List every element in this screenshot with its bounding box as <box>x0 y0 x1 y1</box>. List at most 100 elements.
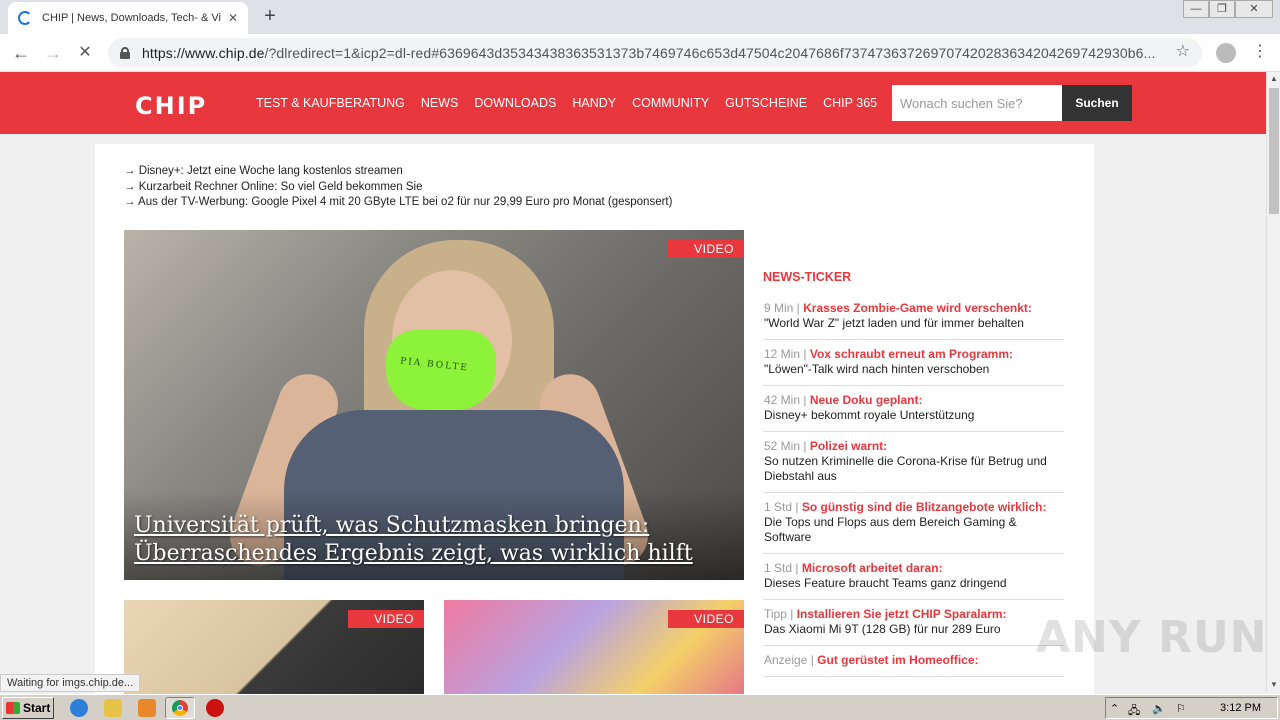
start-label: Start <box>23 701 51 715</box>
ticker-sub[interactable]: Das Xiaomi Mi 9T (128 GB) für nur 289 Eu… <box>764 622 1064 637</box>
ticker-item[interactable]: 1 Std | Microsoft arbeitet daran: Dieses… <box>763 554 1064 600</box>
ticker-time: 1 Std <box>764 561 793 575</box>
ticker-time: 12 Min <box>764 347 801 361</box>
hero-title[interactable]: Universität prüft, was Schutzmasken brin… <box>134 512 734 568</box>
ticker-time: Tipp <box>764 607 787 621</box>
loading-spinner-icon <box>18 11 32 25</box>
mask-text: PIA BOLTE <box>399 356 470 374</box>
article-card-game[interactable]: VIDEO <box>444 600 744 700</box>
ticker-item[interactable]: Anzeige | Gut gerüstet im Homeoffice: <box>763 646 1064 677</box>
nav-test-kaufberatung[interactable]: TEST & KAUFBERATUNG <box>256 96 405 110</box>
tab-close-icon[interactable]: ✕ <box>228 11 238 25</box>
nav-downloads[interactable]: DOWNLOADS <box>474 96 556 110</box>
site-header: CHIP TEST & KAUFBERATUNG NEWS DOWNLOADS … <box>0 72 1266 134</box>
video-badge: VIDEO <box>668 240 744 258</box>
new-tab-button[interactable]: + <box>258 5 282 29</box>
network-icon[interactable]: 🖧 <box>1128 702 1140 720</box>
ticker-headline[interactable]: Krasses Zombie-Game wird verschenkt: <box>803 301 1032 315</box>
system-tray: ⌃ 🖧 🔈 ⚐ 3:12 PM <box>1105 697 1278 719</box>
video-badge: VIDEO <box>668 610 744 628</box>
news-ticker-title: NEWS-TICKER <box>763 270 852 284</box>
scroll-down-arrow-icon[interactable]: ▼ <box>1267 678 1280 692</box>
url-text[interactable]: https://www.chip.de/?dlredirect=1&icp2=d… <box>142 45 1162 61</box>
quicklinks: → Disney+: Jetzt eine Woche lang kostenl… <box>124 164 672 211</box>
ticker-headline[interactable]: Gut gerüstet im Homeoffice: <box>817 653 978 667</box>
quicklink-kurzarbeit[interactable]: → Kurzarbeit Rechner Online: So viel Gel… <box>124 180 672 196</box>
nav-news[interactable]: NEWS <box>421 96 459 110</box>
nav-handy[interactable]: HANDY <box>572 96 616 110</box>
hero-image-mask: PIA BOLTE <box>386 330 496 410</box>
windows-flag-icon <box>6 702 20 714</box>
ticker-time: 1 Std <box>764 500 793 514</box>
tab-title: CHIP | News, Downloads, Tech- & Vi <box>42 12 221 24</box>
search-input[interactable] <box>892 85 1062 121</box>
ticker-item[interactable]: 52 Min | Polizei warnt: So nutzen Krimin… <box>763 432 1064 493</box>
file-explorer-icon[interactable] <box>104 699 122 717</box>
quicklink-pixel4[interactable]: → Aus der TV-Werbung: Google Pixel 4 mit… <box>124 195 672 211</box>
scroll-thumb[interactable] <box>1269 88 1279 214</box>
page-scrollbar[interactable]: ▲ ▼ <box>1266 72 1280 692</box>
nav-gutscheine[interactable]: GUTSCHEINE <box>725 96 807 110</box>
nav-community[interactable]: COMMUNITY <box>632 96 709 110</box>
stop-loading-icon[interactable]: ✕ <box>74 42 96 64</box>
video-badge: VIDEO <box>348 610 424 628</box>
main-nav: TEST & KAUFBERATUNG NEWS DOWNLOADS HANDY… <box>256 96 877 110</box>
windows-taskbar: Start ⌃ 🖧 🔈 ⚐ 3:12 PM <box>0 694 1280 720</box>
ticker-sub[interactable]: Disney+ bekommt royale Unterstützung <box>764 408 1064 423</box>
search-button[interactable]: Suchen <box>1062 85 1132 121</box>
ticker-time: Anzeige <box>764 653 808 667</box>
article-card-camera[interactable]: VIDEO <box>124 600 424 700</box>
lock-icon[interactable] <box>120 47 130 59</box>
ticker-sub[interactable]: Die Tops und Flops aus dem Bereich Gamin… <box>764 515 1064 545</box>
ticker-item[interactable]: 9 Min | Krasses Zombie-Game wird versche… <box>763 294 1064 340</box>
ticker-item[interactable]: 1 Std | So günstig sind die Blitzangebot… <box>763 493 1064 554</box>
browser-tabstrip: CHIP | News, Downloads, Tech- & Vi ✕ + —… <box>0 0 1280 34</box>
media-player-icon[interactable] <box>138 699 156 717</box>
ticker-headline[interactable]: So günstig sind die Blitzangebote wirkli… <box>802 500 1047 514</box>
forward-arrow-icon[interactable]: → <box>42 42 64 64</box>
ticker-sub[interactable]: "World War Z" jetzt laden und für immer … <box>764 316 1064 331</box>
chrome-taskbar-button[interactable] <box>165 697 195 719</box>
anyrun-watermark: ANY RUN <box>1036 612 1268 663</box>
ticker-sub[interactable]: So nutzen Kriminelle die Corona-Krise fü… <box>764 454 1064 484</box>
ticker-time: 9 Min <box>764 301 794 315</box>
main-content: → Disney+: Jetzt eine Woche lang kostenl… <box>95 144 1094 700</box>
ticker-headline[interactable]: Vox schraubt erneut am Programm: <box>810 347 1013 361</box>
browser-menu-icon[interactable]: ⋮ <box>1252 42 1268 62</box>
ticker-headline[interactable]: Polizei warnt: <box>810 439 887 453</box>
address-bar[interactable]: https://www.chip.de/?dlredirect=1&icp2=d… <box>108 38 1202 68</box>
ticker-time: 42 Min <box>764 393 801 407</box>
ticker-headline[interactable]: Installieren Sie jetzt CHIP Sparalarm: <box>797 607 1007 621</box>
scroll-up-arrow-icon[interactable]: ▲ <box>1267 72 1280 86</box>
minimize-button[interactable]: — <box>1183 0 1209 18</box>
ticker-item[interactable]: 12 Min | Vox schraubt erneut am Programm… <box>763 340 1064 386</box>
restore-button[interactable]: ❐ <box>1209 0 1235 18</box>
back-arrow-icon[interactable]: ← <box>10 42 32 64</box>
ticker-headline[interactable]: Neue Doku geplant: <box>810 393 923 407</box>
opera-icon[interactable] <box>206 699 224 717</box>
bookmark-star-icon[interactable]: ☆ <box>1176 41 1190 61</box>
chrome-icon-center <box>177 705 183 711</box>
taskbar-clock[interactable]: 3:12 PM <box>1220 702 1261 714</box>
ticker-sub[interactable]: Dieses Feature braucht Teams ganz dringe… <box>764 576 1064 591</box>
ticker-headline[interactable]: Microsoft arbeitet daran: <box>802 561 943 575</box>
ticker-time: 52 Min <box>764 439 801 453</box>
chip-logo[interactable]: CHIP <box>135 92 207 120</box>
browser-tab[interactable]: CHIP | News, Downloads, Tech- & Vi ✕ <box>8 2 248 34</box>
status-bubble: Waiting for imgs.chip.de... <box>0 674 141 692</box>
hero-article[interactable]: PIA BOLTE VIDEO Universität prüft, was S… <box>124 230 744 580</box>
news-ticker: NEWS-TICKER 9 Min | Krasses Zombie-Game … <box>763 270 1064 677</box>
nav-chip-365[interactable]: CHIP 365 <box>823 96 877 110</box>
action-center-flag-icon[interactable]: ⚐ <box>1176 702 1186 715</box>
tray-expand-icon[interactable]: ⌃ <box>1110 702 1119 715</box>
ticker-item[interactable]: Tipp | Installieren Sie jetzt CHIP Spara… <box>763 600 1064 646</box>
volume-icon[interactable]: 🔈 <box>1152 702 1166 715</box>
profile-avatar-icon[interactable] <box>1216 43 1236 63</box>
close-window-button[interactable]: ✕ <box>1235 0 1273 18</box>
internet-explorer-icon[interactable] <box>70 699 88 717</box>
ticker-item[interactable]: 42 Min | Neue Doku geplant: Disney+ beko… <box>763 386 1064 432</box>
quicklink-disney[interactable]: → Disney+: Jetzt eine Woche lang kostenl… <box>124 164 672 180</box>
ticker-sub[interactable]: "Löwen"-Talk wird nach hinten verschoben <box>764 362 1064 377</box>
start-button[interactable]: Start <box>2 697 54 719</box>
browser-toolbar: ← → ✕ https://www.chip.de/?dlredirect=1&… <box>0 34 1280 72</box>
